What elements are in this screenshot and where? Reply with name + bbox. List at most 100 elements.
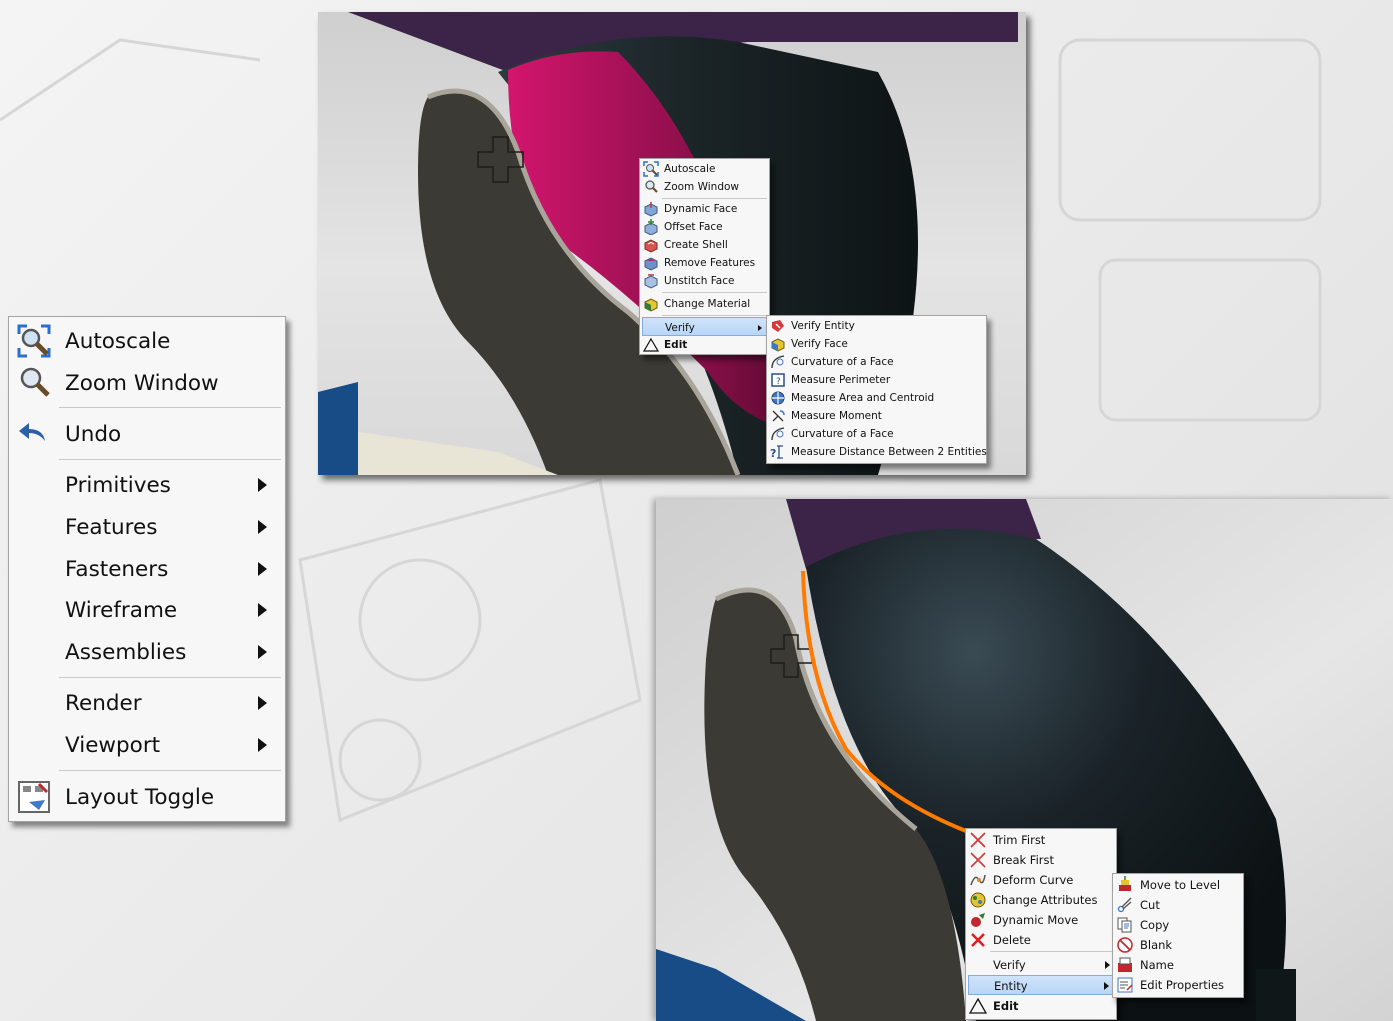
menu-item-label: Autoscale [65, 328, 171, 354]
context-menu-curve: Trim First Break First Deform Curve Chan… [965, 828, 1117, 1020]
menu-item-label: Deform Curve [993, 873, 1074, 887]
menu-item-viewport[interactable]: Viewport [11, 725, 283, 765]
menu-item-wireframe[interactable]: Wireframe [11, 590, 283, 630]
menu-item-verify[interactable]: Verify [968, 955, 1114, 975]
menu-item-create-shell[interactable]: Create Shell [642, 236, 767, 254]
separator [59, 459, 281, 460]
submenu-arrow-icon [758, 324, 762, 331]
menu-item-label: Remove Features [664, 257, 756, 269]
menu-item-layout-toggle[interactable]: Layout Toggle [11, 777, 283, 817]
menu-item-copy[interactable]: Copy [1115, 915, 1241, 935]
menu-item-label: Viewport [65, 732, 161, 758]
unstitch-face-icon [644, 274, 658, 289]
menu-item-fasteners[interactable]: Fasteners [11, 549, 283, 589]
menu-item-dynamic-face[interactable]: Dynamic Face [642, 200, 767, 218]
verify-face-icon [771, 338, 785, 352]
menu-item-features[interactable]: Features [11, 507, 283, 547]
menu-item-trim-first[interactable]: Trim First [968, 830, 1114, 850]
menu-item-measure-distance[interactable]: ? Measure Distance Between 2 Entities [769, 443, 987, 461]
context-menu-main: Autoscale Zoom Window Undo Primitives Fe… [8, 316, 286, 822]
menu-item-label: Change Material [664, 298, 751, 310]
menu-item-undo[interactable]: Undo [11, 414, 283, 454]
menu-item-name[interactable]: Name [1115, 955, 1241, 975]
menu-item-label: Primitives [65, 472, 171, 498]
submenu-arrow-icon [1105, 961, 1110, 969]
autoscale-icon [17, 324, 51, 358]
separator [59, 677, 281, 678]
menu-item-edit[interactable]: Edit [968, 996, 1114, 1016]
menu-item-dynamic-move[interactable]: Dynamic Move [968, 910, 1114, 930]
menu-item-break-first[interactable]: Break First [968, 850, 1114, 870]
menu-item-edit-properties[interactable]: Edit Properties [1115, 975, 1241, 995]
change-material-icon [644, 298, 658, 312]
menu-item-label: Offset Face [664, 221, 723, 233]
menu-item-deform-curve[interactable]: Deform Curve [968, 870, 1114, 890]
menu-item-label: Edit [993, 999, 1019, 1013]
menu-item-label: Copy [1140, 918, 1170, 932]
verify-entity-icon [772, 320, 784, 332]
menu-item-cut[interactable]: Cut [1115, 895, 1241, 915]
menu-item-verify[interactable]: Verify [642, 317, 767, 336]
submenu-arrow-icon [258, 520, 267, 534]
menu-item-curvature-of-a-face[interactable]: Curvature of a Face [769, 353, 984, 371]
delete-icon [971, 933, 985, 947]
curvature-icon [771, 355, 785, 369]
menu-item-render[interactable]: Render [11, 683, 283, 723]
menu-item-unstitch-face[interactable]: Unstitch Face [642, 272, 767, 290]
menu-item-delete[interactable]: Delete [968, 930, 1114, 950]
menu-item-label: Curvature of a Face [791, 356, 894, 368]
menu-item-label: Dynamic Face [664, 203, 738, 215]
separator [662, 315, 767, 316]
menu-item-label: Trim First [993, 833, 1046, 847]
separator [662, 292, 767, 293]
menu-item-label: Break First [993, 853, 1055, 867]
measure-moment-icon [772, 410, 785, 422]
menu-item-remove-features[interactable]: Remove Features [642, 254, 767, 272]
menu-item-label: Verify Entity [791, 320, 855, 332]
dynamic-move-icon [971, 913, 985, 927]
menu-item-entity[interactable]: Entity [968, 975, 1114, 995]
menu-item-change-material[interactable]: Change Material [642, 295, 767, 313]
menu-item-autoscale[interactable]: Autoscale [11, 321, 283, 361]
menu-item-zoom-window[interactable]: Zoom Window [11, 363, 283, 403]
menu-item-measure-perimeter[interactable]: ? Measure Perimeter [769, 371, 984, 389]
menu-item-autoscale[interactable]: Autoscale [642, 160, 767, 178]
menu-item-move-to-level[interactable]: Move to Level [1115, 875, 1241, 895]
menu-item-label: Delete [993, 933, 1031, 947]
separator [59, 407, 281, 408]
menu-item-edit[interactable]: Edit [642, 336, 767, 354]
move-to-level-icon [1119, 876, 1131, 891]
submenu-arrow-icon [258, 696, 267, 710]
menu-item-label: Cut [1140, 898, 1160, 912]
menu-item-verify-entity[interactable]: Verify Entity [769, 317, 984, 335]
create-shell-icon [644, 239, 658, 253]
menu-item-label: Entity [994, 979, 1028, 993]
submenu-arrow-icon [258, 603, 267, 617]
triangle-icon [643, 337, 659, 352]
menu-item-assemblies[interactable]: Assemblies [11, 632, 283, 672]
menu-item-label: Zoom Window [65, 370, 219, 396]
submenu-arrow-icon [258, 738, 267, 752]
menu-item-label: Layout Toggle [65, 784, 215, 810]
menu-item-label: Verify [665, 321, 695, 334]
menu-item-zoom-window[interactable]: Zoom Window [642, 178, 767, 196]
remove-features-icon [644, 257, 658, 271]
menu-item-label: Assemblies [65, 639, 187, 665]
menu-item-label: Edit Properties [1140, 978, 1225, 992]
autoscale-icon [643, 161, 659, 177]
deform-curve-icon [970, 874, 986, 886]
menu-item-offset-face[interactable]: Offset Face [642, 218, 767, 236]
menu-item-change-attributes[interactable]: Change Attributes [968, 890, 1114, 910]
menu-item-blank[interactable]: Blank [1115, 935, 1241, 955]
offset-face-icon [644, 219, 658, 235]
menu-item-measure-moment[interactable]: Measure Moment [769, 407, 984, 425]
menu-item-verify-face[interactable]: Verify Face [769, 335, 984, 353]
undo-icon [19, 423, 45, 441]
submenu-arrow-icon [258, 562, 267, 576]
submenu-arrow-icon [258, 478, 267, 492]
menu-item-primitives[interactable]: Primitives [11, 465, 283, 505]
menu-item-label: Render [65, 690, 142, 716]
menu-item-curvature-of-a-face-2[interactable]: Curvature of a Face [769, 425, 984, 443]
menu-item-measure-area-and-centroid[interactable]: Measure Area and Centroid [769, 389, 984, 407]
change-attributes-icon [970, 892, 986, 908]
